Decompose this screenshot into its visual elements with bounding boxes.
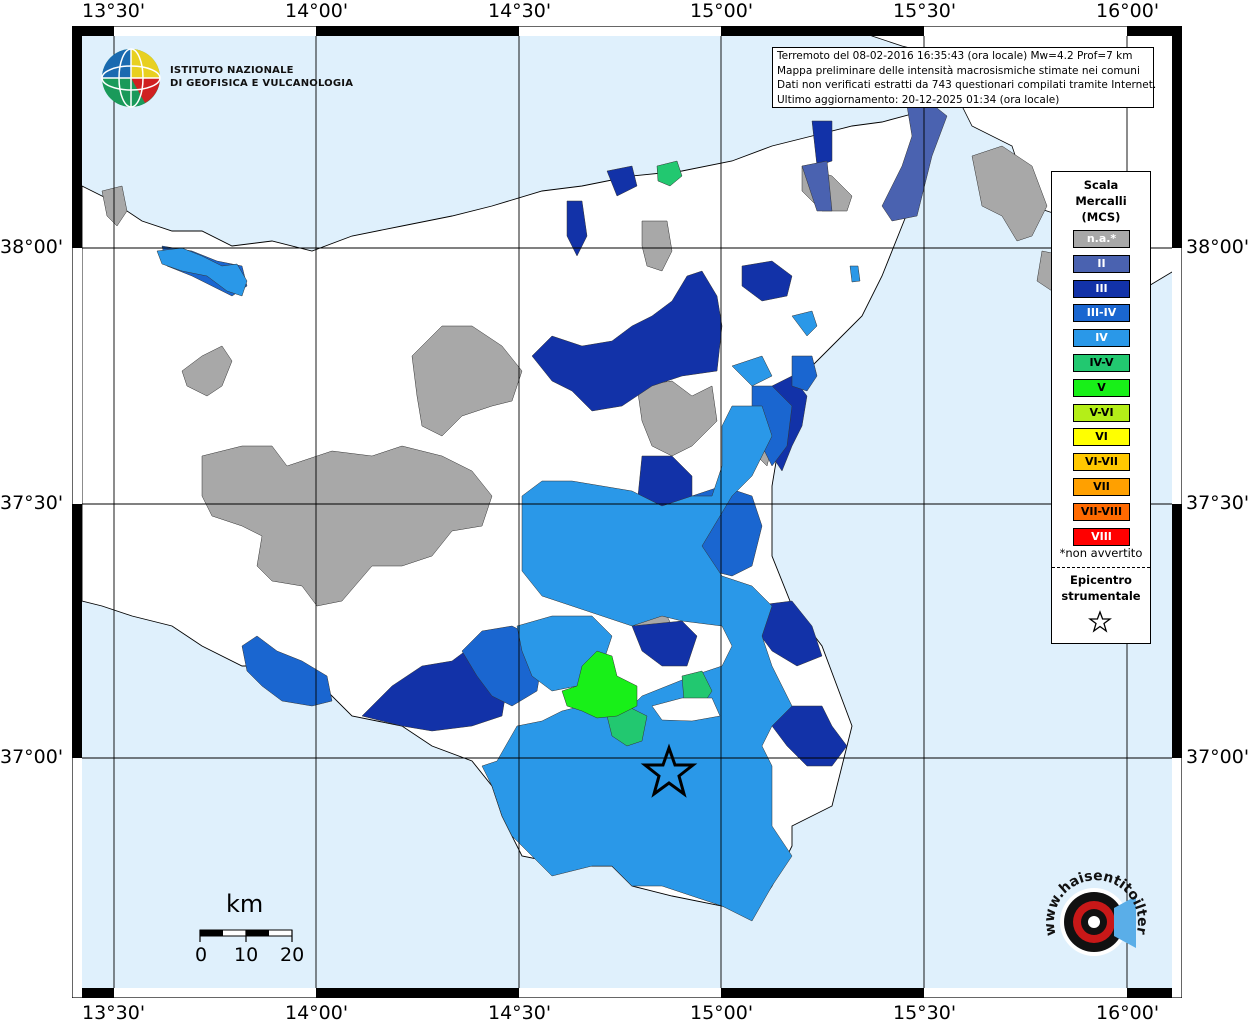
- scale-bar-graphic: [199, 929, 293, 942]
- map-frame: [72, 26, 1182, 998]
- intensity-map[interactable]: [72, 26, 1182, 998]
- legend-note: *non avvertito: [1059, 546, 1143, 560]
- legend-title-line: (MCS): [1081, 210, 1121, 224]
- lon-label-bottom: 15°30': [893, 1002, 957, 1024]
- lon-label-top: 14°00': [285, 0, 349, 22]
- ingv-name-line2: DI GEOFISICA E VULCANOLOGIA: [170, 78, 354, 89]
- legend-item-iii-iv: III-IV: [1073, 304, 1130, 323]
- scale-unit: km: [226, 890, 264, 918]
- lon-label-bottom: 14°30': [488, 1002, 552, 1024]
- lon-label-bottom: 13°30': [82, 1002, 146, 1024]
- legend-title-line: Scala: [1083, 178, 1119, 192]
- ingv-name: ISTITUTO NAZIONALE DI GEOFISICA E VULCAN…: [170, 64, 353, 90]
- ingv-globe-logo: [101, 48, 161, 108]
- scale-bar: km 0 10 20: [190, 890, 310, 970]
- legend-item-iii: III: [1073, 279, 1130, 298]
- legend-item-v: V: [1073, 378, 1130, 397]
- legend-epicenter-line: strumentale: [1061, 589, 1141, 603]
- haisentito-logo: www.haisentitoilterremoto.it: [1036, 860, 1150, 956]
- legend-item-n-a: n.a.*: [1073, 230, 1130, 248]
- legend-item-vi: VI: [1073, 428, 1130, 447]
- legend-epicenter-label: Epicentro strumentale: [1052, 572, 1150, 604]
- scale-tick-label: 0: [195, 944, 208, 966]
- lon-label-top: 13°30': [82, 0, 146, 22]
- lat-label-left: 37°00': [0, 746, 64, 768]
- event-info-line: Terremoto del 08-02-2016 16:35:43 (ora l…: [777, 50, 1133, 62]
- legend-item-vii-viii: VII-VIII: [1073, 502, 1130, 521]
- event-info-line: Mappa preliminare delle intensità macros…: [777, 64, 1140, 77]
- lat-label-left: 37°30': [0, 492, 64, 514]
- ingv-name-line1: ISTITUTO NAZIONALE: [170, 65, 294, 76]
- scale-tick-label: 10: [234, 944, 259, 966]
- lon-label-top: 14°30': [488, 0, 552, 22]
- legend-item-iv: IV: [1073, 329, 1130, 348]
- legend-item-ii: II: [1073, 254, 1130, 273]
- legend-item-vi-vii: VI-VII: [1073, 453, 1130, 472]
- lat-label-right: 37°00': [1186, 746, 1250, 768]
- legend-item-v-vi: V-VI: [1073, 403, 1130, 422]
- legend-item-iv-v: IV-V: [1073, 354, 1130, 372]
- legend-title-line: Mercalli: [1075, 194, 1127, 208]
- lon-label-top: 15°30': [893, 0, 957, 22]
- lat-label-left: 38°00': [0, 236, 64, 258]
- lon-label-top: 15°00': [690, 0, 754, 22]
- legend-item-vii: VII: [1073, 478, 1130, 496]
- lon-label-bottom: 15°00': [690, 1002, 754, 1024]
- lon-label-top: 16°00': [1096, 0, 1160, 22]
- lon-label-bottom: 14°00': [285, 1002, 349, 1024]
- event-info-line: Dati non verificati estratti da 743 ques…: [777, 79, 1157, 91]
- event-info-line: Ultimo aggiornamento: 20-12-2025 01:34 (…: [777, 93, 1060, 106]
- scale-tick-label: 20: [280, 944, 305, 966]
- legend-title: Scala Mercalli (MCS): [1052, 177, 1150, 225]
- lat-label-right: 38°00': [1186, 236, 1250, 258]
- legend-item-viii: VIII: [1073, 527, 1130, 546]
- event-info-box: Terremoto del 08-02-2016 16:35:43 (ora l…: [772, 47, 1157, 108]
- legend-separator: [1052, 567, 1150, 568]
- legend-epicenter-line: Epicentro: [1070, 573, 1132, 587]
- star-icon: [1088, 610, 1112, 633]
- mcs-legend: Scala Mercalli (MCS) n.a.* II III III-IV IV I…: [1051, 171, 1151, 644]
- lat-label-right: 37°30': [1186, 492, 1250, 514]
- lon-label-bottom: 16°00': [1096, 1002, 1160, 1024]
